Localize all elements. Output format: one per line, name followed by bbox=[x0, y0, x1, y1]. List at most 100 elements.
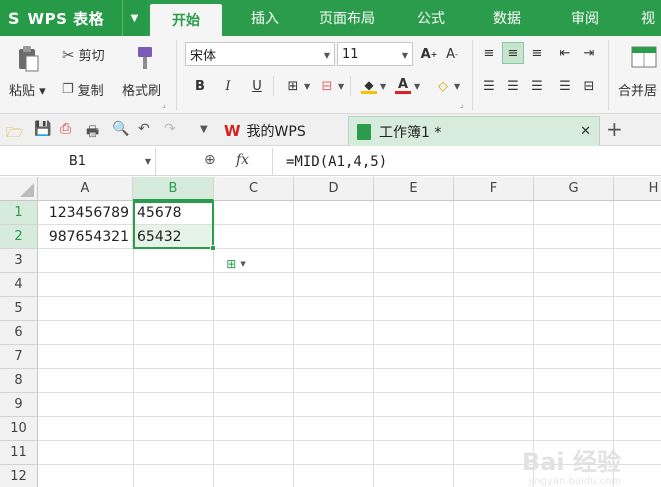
row-header[interactable]: 6 bbox=[0, 321, 38, 345]
chevron-down-icon[interactable]: ▼ bbox=[414, 82, 420, 91]
tab-formulas[interactable]: 公式 bbox=[396, 0, 466, 36]
tab-insert[interactable]: 插入 bbox=[230, 0, 300, 36]
fill-color-icon[interactable]: ◆ bbox=[358, 75, 380, 97]
cell-a1[interactable]: 123456789 bbox=[38, 201, 133, 225]
column-header-h[interactable]: H bbox=[614, 177, 661, 201]
zoom-icon[interactable]: ⊕ bbox=[204, 152, 216, 168]
cell-b1[interactable]: 45678 bbox=[133, 201, 214, 225]
row-header[interactable]: 1 bbox=[0, 201, 38, 225]
font-name-select[interactable]: 宋体 ▼ bbox=[185, 42, 335, 66]
column-header-c[interactable]: C bbox=[214, 177, 294, 201]
undo-icon[interactable]: ↶ bbox=[138, 121, 150, 137]
underline-button[interactable]: U bbox=[246, 75, 268, 97]
column-header-g[interactable]: G bbox=[534, 177, 614, 201]
copy-button[interactable]: ❐ 复制 bbox=[62, 80, 104, 99]
tab-data[interactable]: 数据 bbox=[472, 0, 542, 36]
ribbon-divider bbox=[350, 76, 351, 96]
column-header-a[interactable]: A bbox=[38, 177, 133, 201]
spreadsheet-grid[interactable]: A B C D E F G H 1 2 3 4 5 6 7 8 9 10 11 … bbox=[0, 177, 661, 487]
tab-workbook[interactable]: 工作簿1 * ✕ bbox=[348, 116, 600, 146]
row-header[interactable]: 12 bbox=[0, 465, 38, 487]
row-header[interactable]: 2 bbox=[0, 225, 38, 249]
paste-icon[interactable] bbox=[14, 44, 42, 74]
font-color-icon[interactable]: A bbox=[392, 75, 414, 97]
cell-style-icon[interactable]: ⊟ bbox=[316, 75, 338, 97]
redo-icon[interactable]: ↷ bbox=[164, 121, 176, 137]
app-menu-button[interactable]: S WPS 表格 ▼ bbox=[0, 0, 146, 36]
align-middle-icon[interactable]: ≡ bbox=[502, 42, 524, 64]
align-bottom-icon[interactable]: ≡ bbox=[526, 42, 548, 64]
font-size-select[interactable]: 11 ▼ bbox=[337, 42, 413, 66]
distributed-align-icon[interactable]: ⊟ bbox=[578, 75, 600, 97]
chevron-down-icon[interactable]: ▼ bbox=[200, 124, 208, 135]
format-painter-icon[interactable] bbox=[132, 44, 158, 72]
close-icon[interactable]: ✕ bbox=[580, 124, 591, 139]
bold-button[interactable]: B bbox=[189, 75, 211, 97]
tab-home[interactable]: 开始 bbox=[150, 4, 222, 36]
wps-logo-icon: S bbox=[8, 8, 20, 28]
cell-a2[interactable]: 987654321 bbox=[38, 225, 133, 249]
clear-format-icon[interactable]: ◇ bbox=[432, 75, 454, 97]
row-header[interactable]: 8 bbox=[0, 369, 38, 393]
baidu-watermark: Bai 经验 bbox=[521, 448, 621, 476]
row-header[interactable]: 7 bbox=[0, 345, 38, 369]
select-all-corner[interactable] bbox=[0, 177, 38, 201]
chevron-down-icon[interactable]: ▼ bbox=[380, 82, 386, 91]
italic-button[interactable]: I bbox=[217, 75, 239, 97]
chevron-down-icon[interactable]: ▼ bbox=[122, 0, 146, 36]
merge-cells-icon[interactable] bbox=[630, 44, 658, 70]
column-header-b[interactable]: B bbox=[133, 177, 214, 201]
print-preview-icon[interactable]: 🔍 bbox=[112, 121, 129, 137]
increase-indent-icon[interactable]: ⇥ bbox=[578, 42, 600, 64]
chevron-down-icon: ▼ bbox=[323, 51, 330, 60]
open-folder-icon[interactable]: 🗁 bbox=[6, 122, 23, 146]
column-header-d[interactable]: D bbox=[294, 177, 374, 201]
insert-function-icon[interactable]: fx bbox=[236, 152, 249, 168]
column-header-f[interactable]: F bbox=[454, 177, 534, 201]
chevron-down-icon[interactable]: ▼ bbox=[338, 82, 344, 91]
auto-fill-icon: ⊞ bbox=[226, 257, 237, 271]
clipboard-dialog-launcher-icon[interactable]: ⌟ bbox=[162, 100, 166, 109]
print-icon[interactable]: 🖶 bbox=[86, 121, 99, 145]
fill-handle[interactable] bbox=[210, 245, 216, 251]
tab-my-wps[interactable]: W 我的WPS bbox=[218, 117, 346, 145]
tab-review[interactable]: 审阅 bbox=[550, 0, 620, 36]
row-header[interactable]: 9 bbox=[0, 393, 38, 417]
align-center-icon[interactable]: ☰ bbox=[502, 75, 524, 97]
scissors-icon: ✂ bbox=[62, 45, 75, 64]
border-icon[interactable]: ⊞ bbox=[282, 75, 304, 97]
copy-icon: ❐ bbox=[62, 82, 74, 97]
column-header-e[interactable]: E bbox=[374, 177, 454, 201]
save-icon[interactable]: 💾 bbox=[34, 121, 51, 137]
chevron-down-icon[interactable]: ▼ bbox=[454, 82, 460, 91]
justify-icon[interactable]: ☰ bbox=[554, 75, 576, 97]
font-dialog-launcher-icon[interactable]: ⌟ bbox=[460, 100, 464, 109]
row-header[interactable]: 5 bbox=[0, 297, 38, 321]
format-painter-button[interactable]: 格式刷 bbox=[122, 80, 161, 99]
decrease-font-size-icon[interactable]: A- bbox=[441, 43, 463, 65]
wps-logo-icon: W bbox=[224, 122, 241, 140]
increase-font-size-icon[interactable]: A + bbox=[418, 43, 440, 65]
auto-fill-options-button[interactable]: ⊞ ▼ bbox=[218, 253, 254, 275]
tab-view[interactable]: 视 bbox=[628, 0, 661, 36]
row-header[interactable]: 11 bbox=[0, 441, 38, 465]
align-left-icon[interactable]: ☰ bbox=[478, 75, 500, 97]
chevron-down-icon: ▼ bbox=[401, 51, 408, 60]
row-header[interactable]: 10 bbox=[0, 417, 38, 441]
cell-b2[interactable]: 65432 bbox=[133, 225, 214, 249]
decrease-indent-icon[interactable]: ⇤ bbox=[554, 42, 576, 64]
tab-page-layout[interactable]: 页面布局 bbox=[305, 0, 389, 36]
align-right-icon[interactable]: ☰ bbox=[526, 75, 548, 97]
row-header[interactable]: 3 bbox=[0, 249, 38, 273]
new-tab-icon[interactable]: + bbox=[606, 117, 623, 141]
chevron-down-icon[interactable]: ▼ bbox=[304, 82, 310, 91]
align-top-icon[interactable]: ≡ bbox=[478, 42, 500, 64]
merge-center-button[interactable]: 合并居 bbox=[618, 80, 657, 99]
cut-button[interactable]: ✂ 剪切 bbox=[62, 45, 105, 65]
paste-button[interactable]: 粘贴 ▾ bbox=[9, 80, 46, 99]
formula-input[interactable]: =MID(A1,4,5) bbox=[276, 148, 387, 175]
export-pdf-icon[interactable]: ⎙ bbox=[60, 121, 71, 137]
name-box[interactable]: B1 ▼ bbox=[0, 148, 156, 175]
ribbon-divider bbox=[272, 148, 273, 175]
row-header[interactable]: 4 bbox=[0, 273, 38, 297]
